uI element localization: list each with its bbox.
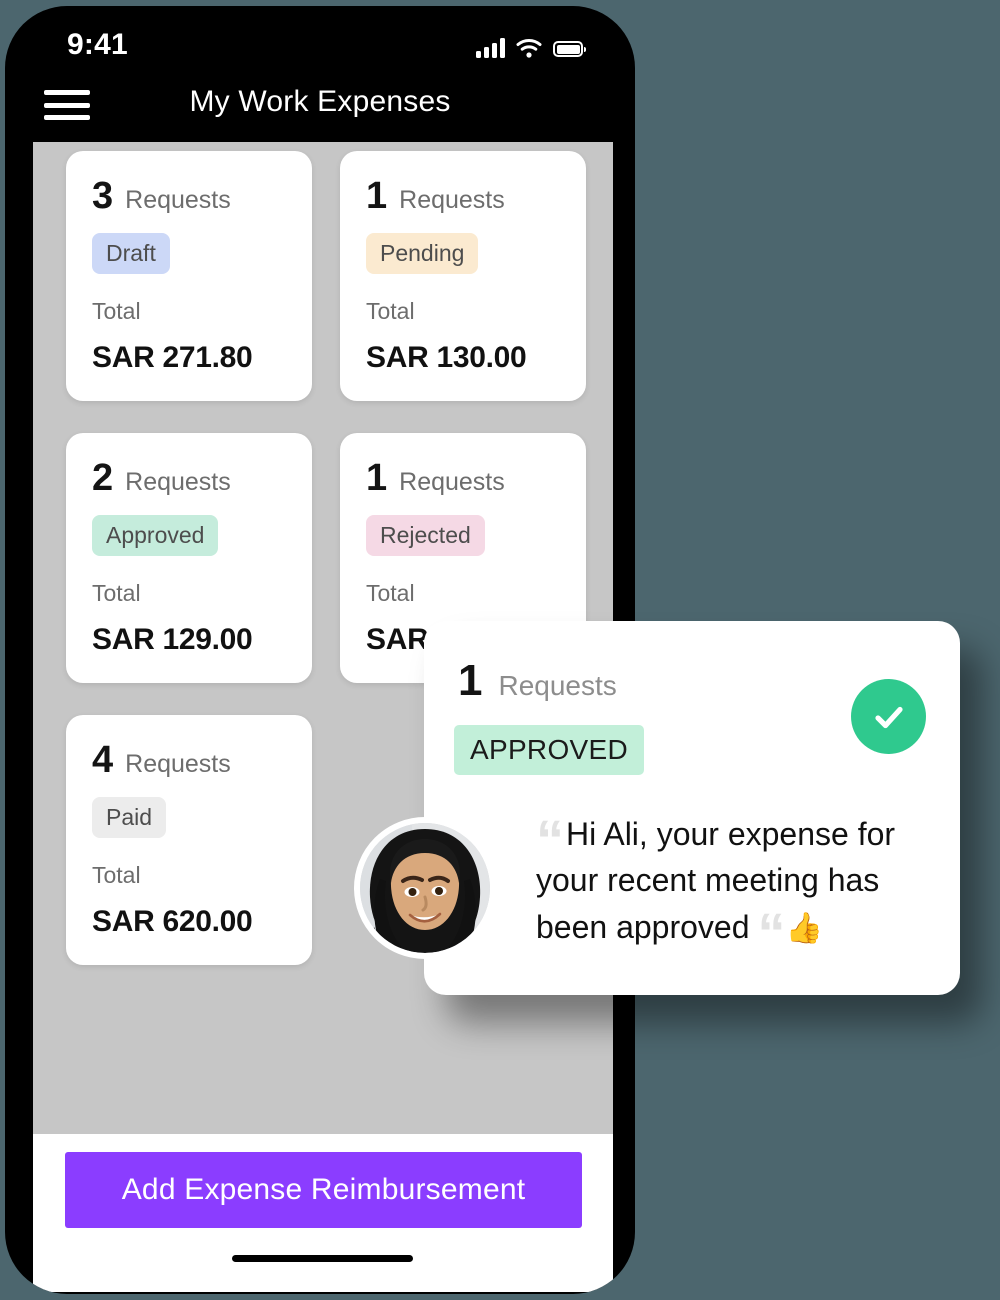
expense-card-paid[interactable]: 4 Requests Paid Total SAR 620.00	[66, 715, 312, 965]
check-circle-icon	[851, 679, 926, 754]
quote-open-icon: “	[536, 808, 564, 871]
card-count-label: Requests	[125, 750, 231, 778]
notification-message-text: Hi Ali, your expense for your recent mee…	[536, 816, 896, 945]
expense-card-pending[interactable]: 1 Requests Pending Total SAR 130.00	[340, 151, 586, 401]
status-icons	[476, 32, 586, 58]
card-total-label: Total	[92, 862, 141, 888]
notification-status-badge: APPROVED	[454, 725, 644, 775]
card-total-value: SAR 130.00	[366, 341, 527, 374]
card-total-label: Total	[366, 580, 415, 606]
signal-bars-icon	[476, 38, 505, 58]
battery-icon	[553, 41, 586, 57]
card-count-row: 4 Requests	[92, 741, 286, 779]
notification-message: “Hi Ali, your expense for your recent me…	[536, 808, 928, 961]
status-badge: Draft	[92, 233, 170, 274]
card-count-label: Requests	[125, 186, 231, 214]
card-count: 3	[92, 175, 114, 217]
expense-card-draft[interactable]: 3 Requests Draft Total SAR 271.80	[66, 151, 312, 401]
notification-count-label: Requests	[498, 670, 617, 701]
status-badge: Pending	[366, 233, 479, 274]
card-count-row: 1 Requests	[366, 459, 560, 497]
status-bar: 9:41	[5, 6, 635, 72]
notification-count-row: 1 Requests	[458, 659, 617, 703]
approval-notification-card[interactable]: 1 Requests APPROVED “Hi Ali, your expens…	[354, 621, 960, 995]
status-badge: Rejected	[366, 515, 485, 556]
card-total-label: Total	[92, 298, 141, 324]
screen-footer: Add Expense Reimbursement	[33, 1134, 613, 1266]
status-time: 9:41	[67, 28, 128, 61]
card-total-value: SAR 271.80	[92, 341, 253, 374]
wifi-icon	[516, 38, 542, 58]
screen-chin	[33, 1266, 613, 1292]
expense-card-approved[interactable]: 2 Requests Approved Total SAR 129.00	[66, 433, 312, 683]
screenshot-stage: 1 Requests APPROVED “Hi Ali, your expens…	[0, 0, 1000, 1300]
card-total-label: Total	[92, 580, 141, 606]
quote-close-icon: “	[757, 900, 786, 964]
card-count-label: Requests	[399, 468, 505, 496]
card-count-label: Requests	[125, 468, 231, 496]
card-count: 1	[366, 457, 388, 499]
status-badge: Approved	[92, 515, 219, 556]
avatar	[354, 817, 496, 959]
page-title: My Work Expenses	[189, 85, 451, 118]
card-count: 1	[366, 175, 388, 217]
card-count-row: 1 Requests	[366, 177, 560, 215]
card-count-row: 3 Requests	[92, 177, 286, 215]
card-total-label: Total	[366, 298, 415, 324]
card-count-row: 2 Requests	[92, 459, 286, 497]
card-count: 2	[92, 457, 114, 499]
notification-count: 1	[458, 656, 483, 705]
card-total-value: SAR 620.00	[92, 905, 253, 938]
card-total-value: SAR 129.00	[92, 623, 253, 656]
app-bar: My Work Expenses	[5, 72, 635, 142]
card-count-label: Requests	[399, 186, 505, 214]
card-total-value: SAR	[366, 623, 429, 656]
thumbs-up-icon: 👍	[785, 911, 823, 945]
status-badge: Paid	[92, 797, 167, 838]
card-count: 4	[92, 739, 114, 781]
add-expense-reimbursement-button[interactable]: Add Expense Reimbursement	[65, 1152, 582, 1228]
home-indicator[interactable]	[232, 1255, 413, 1262]
